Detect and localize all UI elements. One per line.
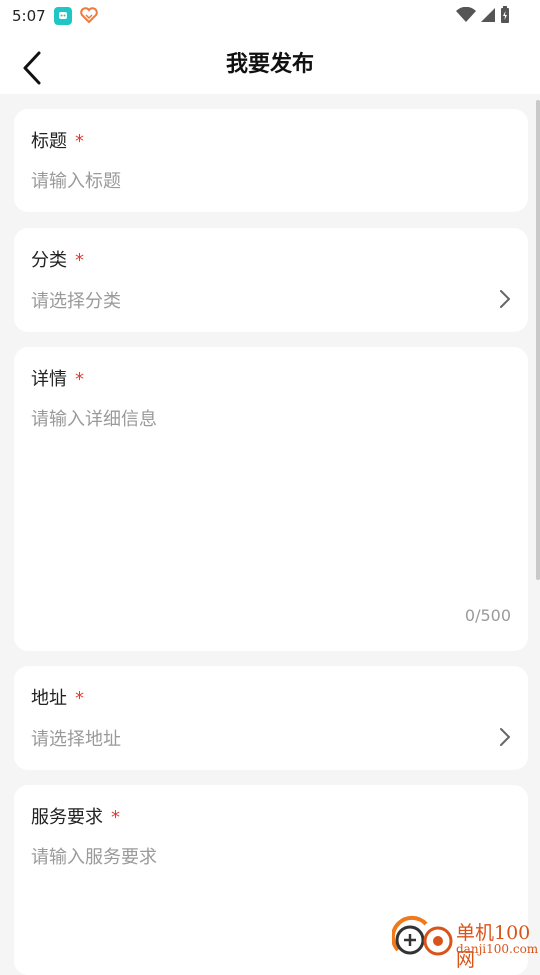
scrollbar[interactable] bbox=[536, 100, 540, 580]
title-label: 标题 * bbox=[31, 127, 84, 153]
address-label: 地址 * bbox=[31, 684, 84, 710]
category-label: 分类 * bbox=[31, 246, 84, 272]
watermark-site: danji100.com bbox=[456, 942, 539, 956]
address-select[interactable]: 请选择地址 bbox=[31, 724, 511, 752]
details-label-text: 详情 bbox=[31, 369, 67, 390]
character-counter: 0/500 bbox=[464, 606, 511, 625]
address-placeholder: 请选择地址 bbox=[31, 729, 121, 750]
address-label-text: 地址 bbox=[31, 688, 67, 709]
required-mark: * bbox=[75, 250, 84, 271]
details-textarea[interactable] bbox=[31, 405, 511, 595]
chevron-right-icon bbox=[500, 728, 510, 746]
service-label: 服务要求 * bbox=[31, 803, 120, 829]
category-label-text: 分类 bbox=[31, 250, 67, 271]
heart-app-icon bbox=[79, 6, 98, 26]
category-select[interactable]: 请选择分类 bbox=[31, 286, 511, 314]
category-card: 分类 * 请选择分类 bbox=[14, 228, 528, 332]
watermark: 单机100网 danji100.com bbox=[392, 914, 540, 971]
required-mark: * bbox=[111, 807, 120, 828]
status-bar: 5:07 bbox=[0, 0, 540, 32]
required-mark: * bbox=[75, 369, 84, 390]
battery-icon bbox=[501, 6, 509, 23]
details-label: 详情 * bbox=[31, 365, 84, 391]
details-card: 详情 * 0/500 bbox=[14, 347, 528, 651]
wifi-icon bbox=[456, 7, 476, 22]
watermark-logo-icon bbox=[392, 915, 453, 956]
service-label-text: 服务要求 bbox=[31, 807, 103, 828]
title-input[interactable] bbox=[31, 167, 511, 195]
cellular-signal-icon bbox=[481, 8, 495, 22]
category-placeholder: 请选择分类 bbox=[31, 291, 121, 312]
required-mark: * bbox=[75, 688, 84, 709]
app-notification-icon bbox=[53, 7, 72, 25]
required-mark: * bbox=[75, 131, 84, 152]
nav-bar: 我要发布 bbox=[0, 32, 540, 94]
status-time: 5:07 bbox=[12, 7, 46, 25]
address-card: 地址 * 请选择地址 bbox=[14, 666, 528, 770]
title-card: 标题 * bbox=[14, 109, 528, 212]
title-label-text: 标题 bbox=[31, 131, 67, 152]
status-icons bbox=[456, 6, 510, 24]
page-title: 我要发布 bbox=[225, 52, 314, 77]
chevron-right-icon bbox=[500, 290, 510, 308]
